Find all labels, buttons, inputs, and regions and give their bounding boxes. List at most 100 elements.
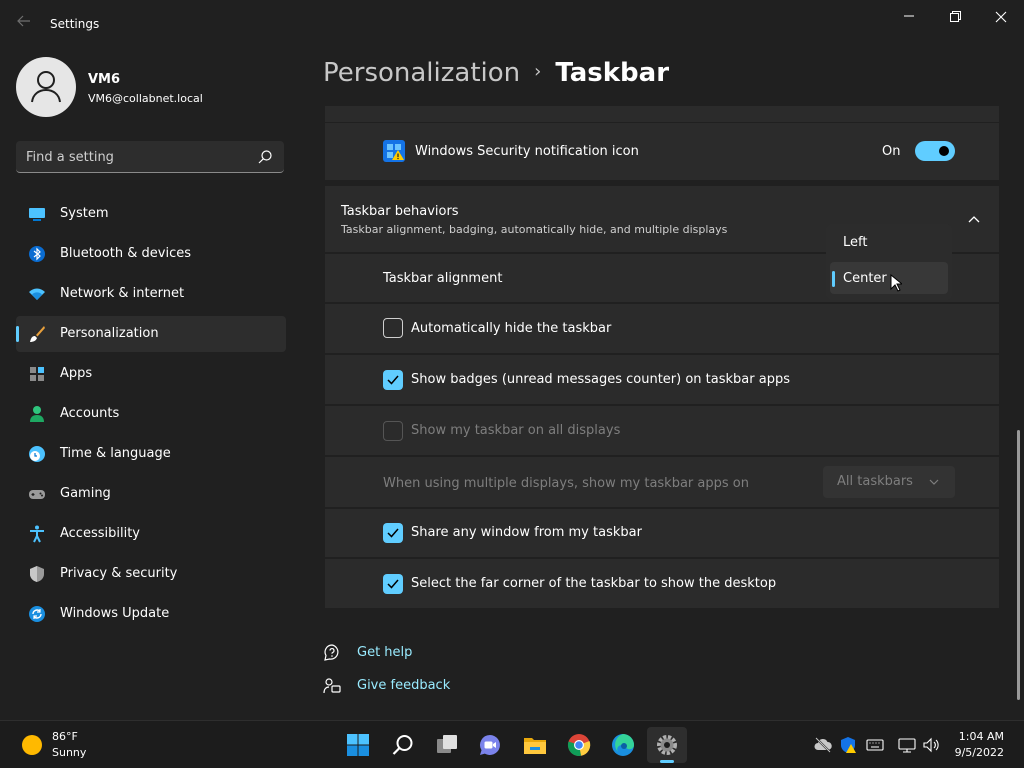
breadcrumb-parent[interactable]: Personalization [323, 58, 520, 88]
sidebar-item-label: Network & internet [60, 286, 185, 301]
user-name: VM6 [88, 72, 121, 87]
get-help-link[interactable]: Get help [357, 645, 412, 660]
mouse-cursor-icon [890, 274, 902, 292]
sidebar-item-label: Apps [60, 366, 93, 381]
taskbar-search-button[interactable] [383, 727, 423, 763]
back-button[interactable] [14, 14, 34, 34]
sidebar-item-time-language[interactable]: Time & language [16, 436, 286, 472]
chat-icon [480, 735, 500, 755]
sidebar-item-windows-update[interactable]: Windows Update [16, 596, 286, 632]
sidebar-item-network-internet[interactable]: Network & internet [16, 276, 286, 312]
far-corner-label: Select the far corner of the taskbar to … [411, 576, 777, 591]
network-wired-icon[interactable] [898, 736, 916, 754]
back-arrow-icon [17, 15, 30, 27]
weather-condition[interactable]: Sunny [52, 746, 86, 759]
close-icon [995, 11, 1007, 23]
sidebar-item-label: System [60, 206, 109, 221]
multi-display-label: When using multiple displays, show my ta… [383, 476, 749, 491]
sidebar-item-apps[interactable]: Apps [16, 356, 286, 392]
update-icon [29, 606, 45, 622]
search-icon[interactable] [257, 149, 273, 165]
clock-date[interactable]: 9/5/2022 [940, 746, 1004, 759]
sidebar-item-gaming[interactable]: Gaming [16, 476, 286, 512]
settings-icon [657, 735, 677, 755]
start-button[interactable] [338, 727, 378, 763]
security-warning-icon[interactable] [839, 736, 857, 754]
share-window-row: Share any window from my taskbar [325, 509, 999, 557]
start-icon [347, 734, 369, 756]
sidebar-item-label: Personalization [60, 326, 159, 341]
all-displays-label: Show my taskbar on all displays [411, 423, 621, 438]
file-explorer-button[interactable] [515, 727, 555, 763]
restore-icon [950, 11, 961, 22]
chevron-up-icon[interactable] [967, 212, 981, 226]
scrollbar[interactable] [1017, 430, 1020, 700]
close-button[interactable] [986, 8, 1016, 26]
minimize-button[interactable] [894, 8, 924, 26]
alignment-option-center[interactable]: Center [830, 262, 948, 294]
keyboard-icon[interactable] [866, 736, 884, 754]
auto-hide-checkbox[interactable] [383, 318, 403, 338]
auto-hide-label: Automatically hide the taskbar [411, 321, 612, 336]
search-input[interactable] [26, 148, 246, 166]
title-bar: Settings [0, 0, 1024, 48]
checkmark-icon [387, 579, 399, 589]
task-view-icon [437, 735, 457, 753]
onedrive-offline-icon[interactable] [814, 736, 832, 754]
sun-icon[interactable] [22, 735, 42, 755]
option-label: Center [843, 271, 887, 286]
chrome-icon [567, 734, 591, 756]
shield-icon [30, 566, 44, 582]
dropdown-value: All taskbars [837, 474, 913, 489]
checkmark-icon [387, 375, 399, 385]
share-window-label: Share any window from my taskbar [411, 525, 642, 540]
edge-icon [612, 734, 634, 756]
far-corner-checkbox[interactable] [383, 574, 403, 594]
volume-icon[interactable] [922, 736, 940, 754]
give-feedback-link[interactable]: Give feedback [357, 678, 450, 693]
brush-icon [30, 326, 45, 342]
sidebar-item-privacy-security[interactable]: Privacy & security [16, 556, 286, 592]
section-title: Taskbar behaviors [341, 204, 459, 219]
sidebar-item-label: Windows Update [60, 606, 170, 621]
sidebar-item-bluetooth-devices[interactable]: Bluetooth & devices [16, 236, 286, 272]
user-email: VM6@collabnet.local [88, 92, 203, 105]
clock-globe-icon [29, 446, 45, 462]
chrome-button[interactable] [559, 727, 599, 763]
sidebar-item-system[interactable]: System [16, 196, 286, 232]
auto-hide-row: Automatically hide the taskbar [325, 304, 999, 353]
multi-display-dropdown[interactable]: All taskbars [823, 466, 955, 498]
windows-security-icon [383, 140, 405, 162]
toggle-knob [939, 146, 949, 156]
chat-button[interactable] [470, 727, 510, 763]
taskbar-alignment-menu: Left Center [826, 224, 952, 300]
search-icon [392, 735, 413, 755]
sidebar-item-personalization[interactable]: Personalization [16, 316, 286, 352]
sidebar-item-label: Time & language [60, 446, 171, 461]
restore-button[interactable] [940, 8, 970, 26]
edge-button[interactable] [603, 727, 643, 763]
share-window-checkbox[interactable] [383, 523, 403, 543]
sidebar-item-accounts[interactable]: Accounts [16, 396, 286, 432]
user-avatar-icon [31, 71, 61, 103]
task-view-button[interactable] [427, 727, 467, 763]
person-icon [30, 406, 44, 422]
settings-app-button[interactable] [647, 727, 687, 763]
minimize-icon [904, 15, 914, 17]
previous-section-card [325, 106, 999, 122]
security-notification-label: Windows Security notification icon [415, 144, 639, 159]
user-profile[interactable]: VM6 VM6@collabnet.local [16, 57, 286, 117]
show-badges-label: Show badges (unread messages counter) on… [411, 372, 790, 387]
settings-search[interactable] [16, 141, 284, 173]
all-displays-row: Show my taskbar on all displays [325, 406, 999, 455]
far-corner-row: Select the far corner of the taskbar to … [325, 559, 999, 608]
sidebar-item-accessibility[interactable]: Accessibility [16, 516, 286, 552]
all-displays-checkbox[interactable] [383, 421, 403, 441]
show-badges-checkbox[interactable] [383, 370, 403, 390]
page-title: Taskbar [555, 58, 670, 88]
gamepad-icon [29, 490, 45, 499]
weather-temp[interactable]: 86°F [52, 730, 78, 743]
security-notification-toggle[interactable] [915, 141, 955, 161]
alignment-option-left[interactable]: Left [830, 226, 948, 258]
clock-time[interactable]: 1:04 AM [940, 730, 1004, 743]
